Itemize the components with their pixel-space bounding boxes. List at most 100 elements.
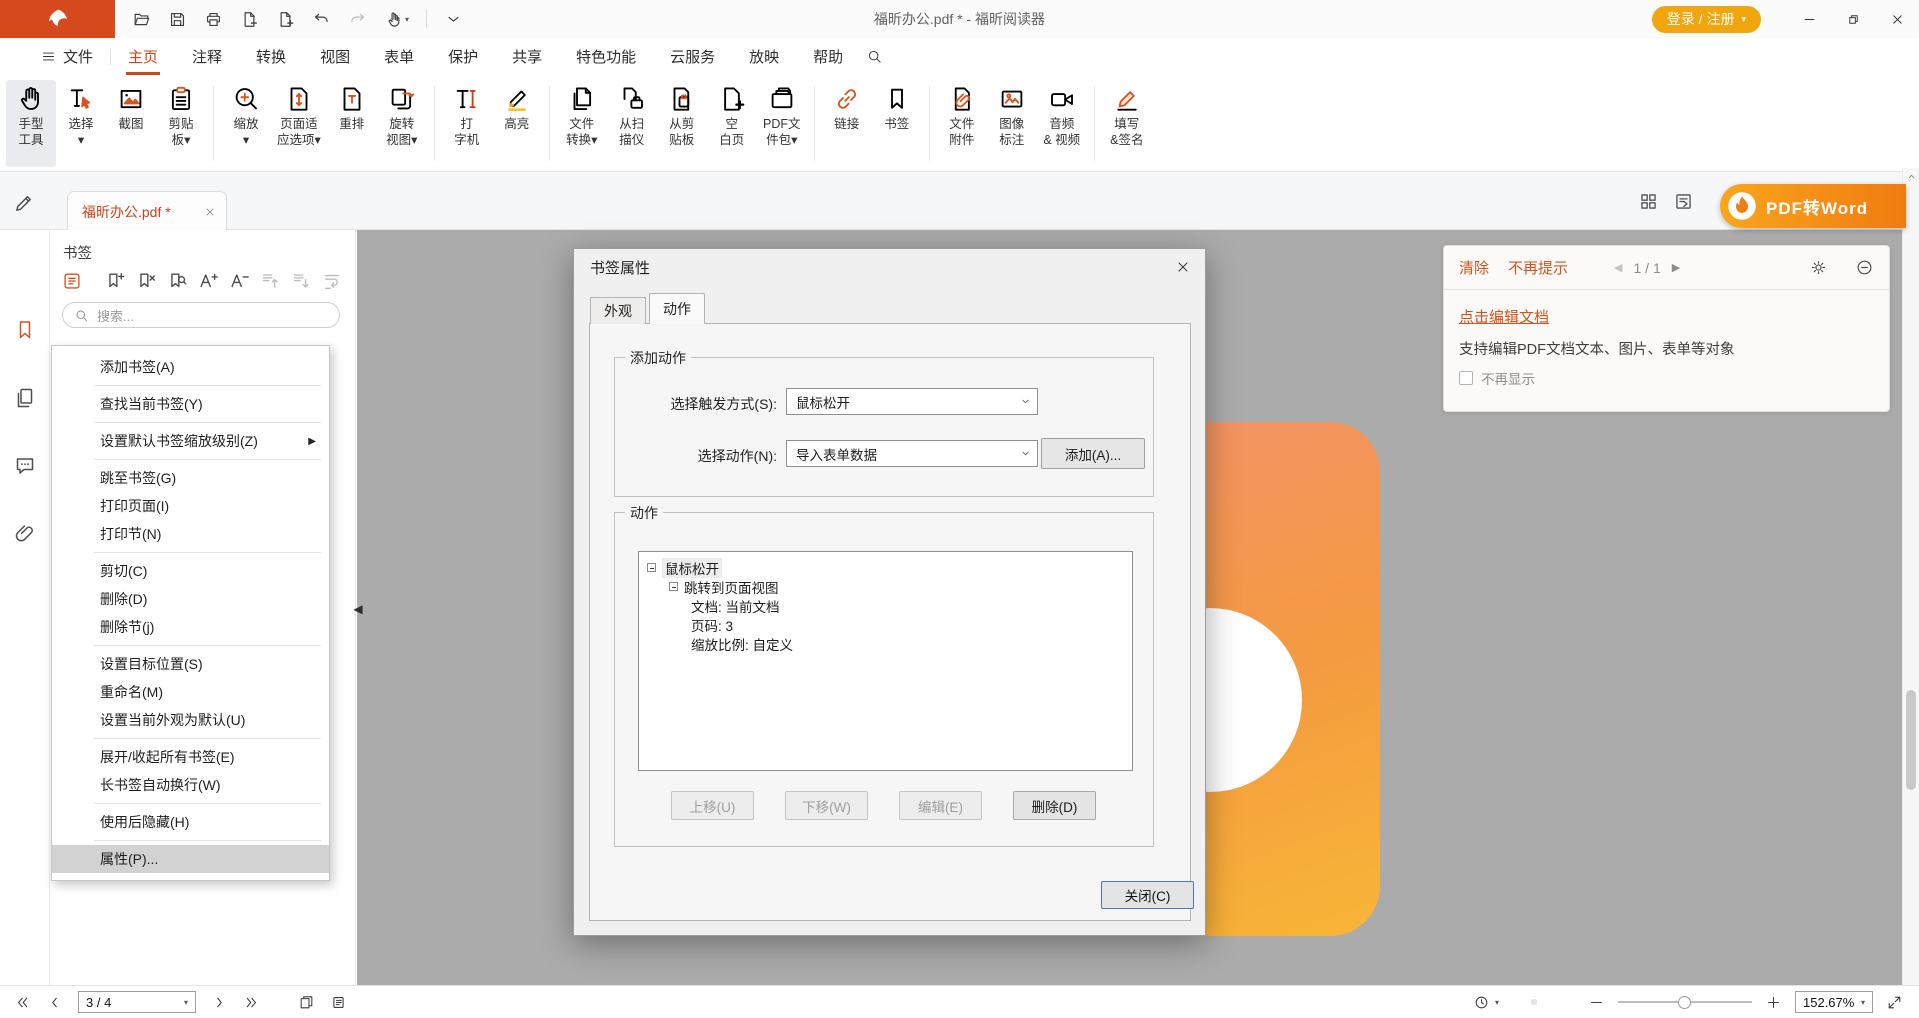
action-button[interactable]: 上移(U) [671,791,754,820]
bookmark-up-icon[interactable] [259,270,281,292]
menu-3[interactable]: 注释 [175,38,239,75]
open-file-icon[interactable] [132,10,151,29]
action-button[interactable]: 删除(D) [1013,791,1096,820]
ribbon-link-tool-button[interactable]: 链接 [822,80,872,167]
edit-document-link[interactable]: 点击编辑文档 [1459,306,1549,327]
ribbon-from-scanner-button[interactable]: 从扫描仪 [607,80,657,167]
action-tree-row[interactable]: 文档: 当前文档 [639,596,1132,615]
menu-9[interactable]: 特色功能 [559,38,653,75]
facing-view-button[interactable] [1550,999,1556,1005]
chevron-down-icon[interactable]: ▾ [184,998,188,1007]
search-icon[interactable] [866,48,883,65]
prev-page-button[interactable] [46,994,63,1011]
ribbon-clipboard-button[interactable]: 剪贴板▾ [156,80,206,167]
comments-panel-icon[interactable] [13,454,37,478]
tab-actions[interactable]: 动作 [649,293,705,324]
ribbon-from-clipboard-button[interactable]: 从剪贴板 [657,80,707,167]
trigger-select[interactable]: 鼠标松开 [786,388,1038,415]
action-button[interactable]: 编辑(E) [899,791,982,820]
chevron-down-icon[interactable]: ▾ [1495,998,1499,1007]
zoom-in-button[interactable] [1765,994,1782,1011]
ribbon-snapshot-button[interactable]: 截图 [106,80,156,167]
action-tree-row[interactable]: 缩放比例: 自定义 [639,634,1132,653]
document-tab[interactable]: 福昕办公.pdf * [67,191,227,231]
ribbon-audio-video-button[interactable]: 音频& 视频 [1037,80,1087,167]
tree-expander-icon[interactable] [669,582,678,591]
bookmark-down-icon[interactable] [290,270,312,292]
ribbon-page-fit-options-button[interactable]: 页面适应选项▾ [271,80,327,167]
dialog-close-icon[interactable] [1175,259,1191,275]
ribbon-zoom-tool-button[interactable]: 缩放▾ [221,80,271,167]
menu-2[interactable]: 主页 [111,38,175,75]
dont-prompt-button[interactable]: 不再提示 [1508,257,1568,278]
action-tree-row[interactable]: 跳转到页面视图 [639,577,1132,596]
minimize-button[interactable] [1787,0,1831,38]
chevron-down-icon[interactable]: ▾ [1861,998,1865,1007]
grid-view-icon[interactable] [1638,191,1659,212]
context-menu-item[interactable]: 查找当前书签(Y) [52,390,329,418]
collapse-tip-icon[interactable] [1855,258,1874,277]
context-menu-item[interactable]: 剪切(C) [52,557,329,585]
ribbon-hand-tool-button[interactable]: 手型工具 [6,80,56,167]
ribbon-file-attach-button[interactable]: 文件附件 [937,80,987,167]
print-icon[interactable] [204,10,223,29]
context-menu-item[interactable]: 跳至书签(G) [52,464,329,492]
context-menu-item[interactable]: 重命名(M) [52,678,329,706]
login-button[interactable]: 登录 / 注册▾ [1652,6,1761,33]
ribbon-typewriter-button[interactable]: 打字机 [442,80,492,167]
pages-panel-icon[interactable] [13,386,37,410]
gear-icon[interactable] [1809,258,1828,277]
ribbon-fill-sign-button[interactable]: 填写&签名 [1102,80,1152,167]
dialog-title-bar[interactable]: 书签属性 [574,249,1205,285]
ribbon-rotate-view-button[interactable]: 旋转视图▾ [377,80,427,167]
ribbon-reflow-button[interactable]: 重排 [327,80,377,167]
fullscreen-button[interactable] [1886,994,1903,1011]
pager-next-icon[interactable]: ▶ [1672,261,1680,274]
add-action-button[interactable]: 添加(A)... [1041,438,1145,469]
menu-7[interactable]: 保护 [431,38,495,75]
action-tree-row[interactable]: 鼠标松开 [639,558,1132,577]
expand-bookmark-icon[interactable] [197,270,219,292]
action-button[interactable]: 下移(W) [785,791,868,820]
ribbon-select-tool-button[interactable]: 选择▾ [56,80,106,167]
menu-8[interactable]: 共享 [495,38,559,75]
context-menu-item[interactable]: 展开/收起所有书签(E) [52,743,329,771]
reading-timer-icon[interactable] [1473,994,1490,1011]
menu-6[interactable]: 表单 [367,38,431,75]
ribbon-highlight-button[interactable]: 高亮 [492,80,542,167]
single-page-view-button[interactable] [1512,999,1518,1005]
context-menu-item[interactable]: 设置目标位置(S) [52,650,329,678]
add-bookmark-icon[interactable] [104,270,126,292]
context-menu-item[interactable]: 删除节(j) [52,613,329,641]
delete-bookmark-icon[interactable] [135,270,157,292]
ribbon-blank-page-button[interactable]: 空白页 [707,80,757,167]
redo-icon[interactable] [348,10,367,29]
insert-page-icon[interactable] [276,10,295,29]
context-menu-item[interactable]: 删除(D) [52,585,329,613]
menu-4[interactable]: 转换 [239,38,303,75]
page-number-input[interactable]: 3 / 4 ▾ [78,991,196,1013]
action-select[interactable]: 导入表单数据 [786,440,1038,467]
menu-12[interactable]: 帮助 [796,38,860,75]
menu-5[interactable]: 视图 [303,38,367,75]
tree-expander-icon[interactable] [647,563,656,572]
context-menu-item[interactable]: 打印节(N) [52,520,329,548]
find-bookmark-icon[interactable] [166,270,188,292]
next-page-button[interactable] [211,994,228,1011]
tab-appearance[interactable]: 外观 [590,297,646,324]
context-menu-item[interactable]: 设置默认书签缩放级别(Z)▶ [52,427,329,455]
bookmark-search-input[interactable]: 搜索... [62,302,340,328]
menu-11[interactable]: 放映 [732,38,796,75]
attachments-panel-icon[interactable] [13,522,37,546]
menu-1[interactable]: 文件 [24,38,110,75]
context-menu-item[interactable]: 属性(P)... [52,845,329,873]
context-menu-item[interactable]: 打印页面(I) [52,492,329,520]
context-menu-item[interactable]: 设置当前外观为默认(U) [52,706,329,734]
panel-collapse-arrow[interactable]: ◀ [350,592,366,626]
dont-show-checkbox[interactable]: 不再显示 [1459,368,1535,388]
extract-page-icon[interactable] [240,10,259,29]
zoom-level-input[interactable]: 152.67% ▾ [1795,991,1873,1013]
continuous-facing-view-button[interactable] [1569,999,1575,1005]
edit-pencil-icon[interactable] [12,192,35,215]
dialog-close-button[interactable]: 关闭(C) [1101,881,1194,909]
